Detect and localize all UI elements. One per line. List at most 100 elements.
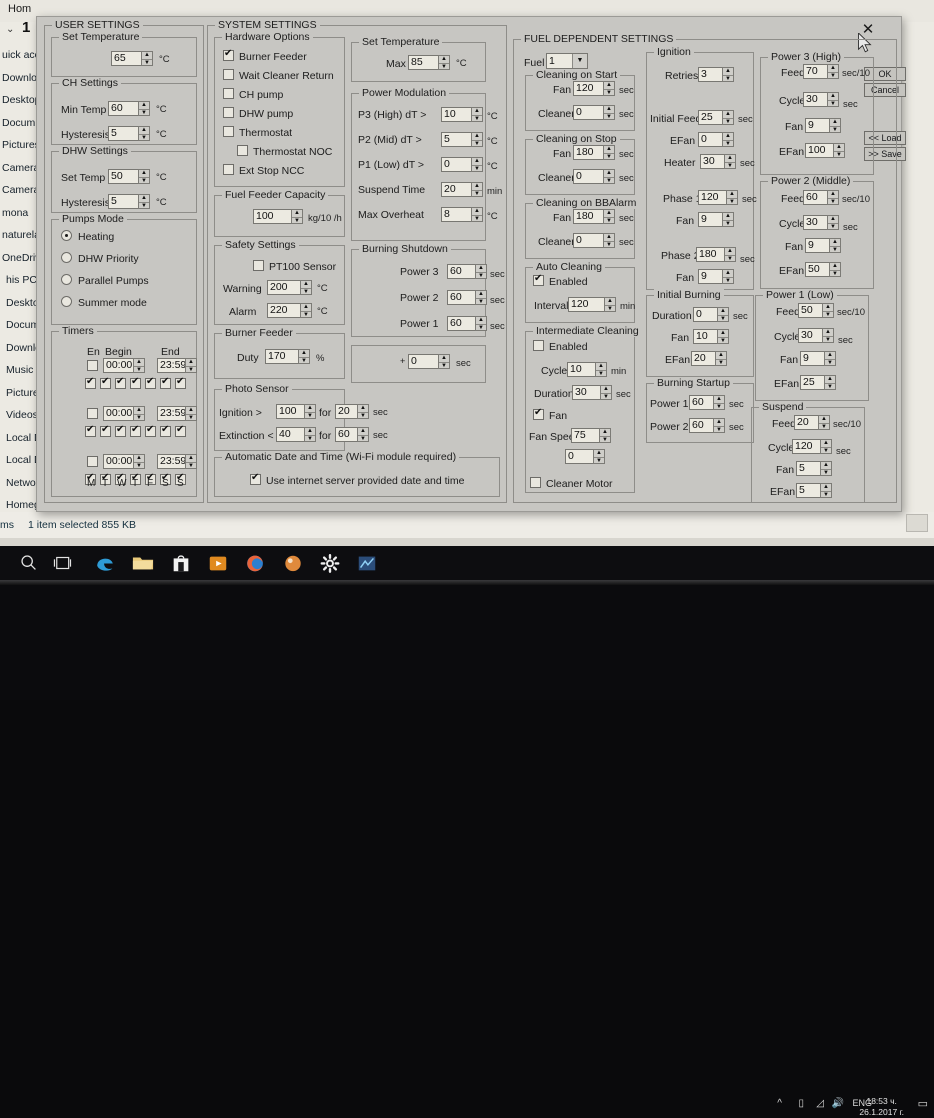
system-max-temp-spinner[interactable]: 85 ▲ ▼ [408, 55, 450, 70]
photo-ignition-stepper[interactable]: ▲ ▼ [304, 404, 316, 419]
safety-alarm-spinner[interactable]: 220 ▲ ▼ [267, 303, 312, 318]
ic-extra-spinner[interactable]: 0 ▲ ▼ [565, 449, 605, 464]
set-temperature-value[interactable]: 65 [111, 51, 141, 66]
pumps-mode-radio-3[interactable] [61, 296, 72, 307]
timer-2-begin-stepper[interactable]: ▲ ▼ [133, 454, 145, 469]
p3-cycle-value[interactable]: 30 [803, 92, 827, 107]
photo-ignition-time-stepper[interactable]: ▲ ▼ [357, 404, 369, 419]
p1-feed-spinner[interactable]: 50 ▲ ▼ [798, 303, 834, 318]
p2-cycle-value[interactable]: 30 [803, 215, 827, 230]
bsu-power2-spinner[interactable]: 60 ▲ ▼ [689, 418, 725, 433]
hardware-checkbox-4[interactable] [223, 126, 234, 137]
ignition-phase1-stepper[interactable]: ▲ ▼ [726, 190, 738, 205]
power-modulation-0-stepper[interactable]: ▲ ▼ [471, 107, 483, 122]
power-modulation-1-value[interactable]: 5 [441, 132, 471, 147]
sus-efan-stepper[interactable]: ▲ ▼ [820, 483, 832, 498]
p2-efan-value[interactable]: 50 [805, 262, 829, 277]
ignition-retries-value[interactable]: 3 [698, 67, 722, 82]
ic-fan-checkbox[interactable] [533, 407, 544, 420]
photo-extinction-spinner[interactable]: 40 ▲ ▼ [276, 427, 316, 442]
photo-extinction-time-value[interactable]: 60 [335, 427, 357, 442]
photo-extinction-time-spinner[interactable]: 60 ▲ ▼ [335, 427, 369, 442]
p1-efan-stepper[interactable]: ▲ ▼ [824, 375, 836, 390]
edge-icon[interactable] [92, 552, 118, 574]
timer-1-end-spinner[interactable]: 23:59 ▲ ▼ [157, 406, 197, 421]
costop-fan-value[interactable]: 180 [573, 145, 603, 160]
battery-icon[interactable]: ▯ [798, 1098, 804, 1109]
power-modulation-1-stepper[interactable]: ▲ ▼ [471, 132, 483, 147]
chevron-up-icon[interactable]: ^ [777, 1098, 782, 1109]
task-view-icon[interactable] [52, 552, 78, 574]
burning-shutdown-2-value[interactable]: 60 [447, 316, 475, 331]
timer-2-end-value[interactable]: 23:59 [157, 454, 185, 469]
timer-1-day-6-checkbox[interactable] [175, 424, 186, 437]
search-icon[interactable] [16, 552, 42, 574]
p1-cycle-stepper[interactable]: ▲ ▼ [822, 328, 834, 343]
ignition-phase2-value[interactable]: 180 [696, 247, 724, 262]
auto-cleaning-interval-stepper[interactable]: ▲ ▼ [604, 297, 616, 312]
safety-warning-spinner[interactable]: 200 ▲ ▼ [267, 280, 312, 295]
action-center-icon[interactable]: ▭ [918, 1097, 928, 1110]
timer-1-end-stepper[interactable]: ▲ ▼ [185, 406, 197, 421]
ch-hysteresis-stepper[interactable]: ▲ ▼ [138, 126, 150, 141]
ignition-retries-spinner[interactable]: 3 ▲ ▼ [698, 67, 734, 82]
hardware-checkbox-5[interactable] [237, 145, 248, 156]
timer-2-end-stepper[interactable]: ▲ ▼ [185, 454, 197, 469]
safety-alarm-value[interactable]: 220 [267, 303, 300, 318]
pumps-mode-radio-0[interactable] [61, 230, 72, 241]
burner-feeder-duty-spinner[interactable]: 170 ▲ ▼ [265, 349, 310, 364]
ib-fan-spinner[interactable]: 10 ▲ ▼ [693, 329, 729, 344]
p1-fan-stepper[interactable]: ▲ ▼ [824, 351, 836, 366]
ignition-phase1-fan-stepper[interactable]: ▲ ▼ [722, 212, 734, 227]
ignition-phase2-fan-stepper[interactable]: ▲ ▼ [722, 269, 734, 284]
ic-fan-speed-value[interactable]: 75 [571, 428, 599, 443]
ch-hysteresis-value[interactable]: 5 [108, 126, 138, 141]
p3-fan-spinner[interactable]: 9 ▲ ▼ [805, 118, 841, 133]
fuel-select[interactable]: 1 ▼ [546, 53, 588, 69]
timer-0-day-2-checkbox[interactable] [115, 376, 126, 389]
firefox-icon[interactable] [242, 552, 268, 574]
timer-2-enable-checkbox[interactable] [87, 456, 98, 467]
safety-alarm-stepper[interactable]: ▲ ▼ [300, 303, 312, 318]
pumps-mode-radio-2[interactable] [61, 274, 72, 285]
burner-feeder-duty-stepper[interactable]: ▲ ▼ [298, 349, 310, 364]
ignition-phase1-fan-value[interactable]: 9 [698, 212, 722, 227]
sus-cycle-value[interactable]: 120 [792, 439, 820, 454]
ic-extra-value[interactable]: 0 [565, 449, 593, 464]
timer-0-day-3-checkbox[interactable] [130, 376, 141, 389]
chart-app-icon[interactable] [354, 552, 380, 574]
power-modulation-4-stepper[interactable]: ▲ ▼ [471, 207, 483, 222]
photo-extinction-time-stepper[interactable]: ▲ ▼ [357, 427, 369, 442]
safety-warning-value[interactable]: 200 [267, 280, 300, 295]
intermediate-cleaning-enabled-checkbox[interactable] [533, 340, 544, 351]
sus-fan-spinner[interactable]: 5 ▲ ▼ [796, 461, 832, 476]
system-max-temp-value[interactable]: 85 [408, 55, 438, 70]
burning-shutdown-2-spinner[interactable]: 60 ▲ ▼ [447, 316, 487, 331]
ignition-efan-stepper[interactable]: ▲ ▼ [722, 132, 734, 147]
ib-duration-value[interactable]: 0 [693, 307, 717, 322]
power-modulation-4-value[interactable]: 8 [441, 207, 471, 222]
ignition-phase1-spinner[interactable]: 120 ▲ ▼ [698, 190, 738, 205]
bba-fan-stepper[interactable]: ▲ ▼ [603, 209, 615, 224]
timer-0-begin-value[interactable]: 00:00 [103, 358, 133, 373]
ch-min-temp-spinner[interactable]: 60 ▲ ▼ [108, 101, 150, 116]
ic-extra-stepper[interactable]: ▲ ▼ [593, 449, 605, 464]
dhw-hysteresis-spinner[interactable]: 5 ▲ ▼ [108, 194, 150, 209]
bsu-power2-stepper[interactable]: ▲ ▼ [713, 418, 725, 433]
timer-0-end-stepper[interactable]: ▲ ▼ [185, 358, 197, 373]
fuel-feeder-capacity-stepper[interactable]: ▲ ▼ [291, 209, 303, 224]
burning-shutdown-0-spinner[interactable]: 60 ▲ ▼ [447, 264, 487, 279]
p3-efan-value[interactable]: 100 [805, 143, 833, 158]
burning-shutdown-0-value[interactable]: 60 [447, 264, 475, 279]
cos-fan-spinner[interactable]: 120 ▲ ▼ [573, 81, 615, 96]
timer-1-day-0-checkbox[interactable] [85, 424, 96, 437]
timer-0-end-value[interactable]: 23:59 [157, 358, 185, 373]
photo-ignition-spinner[interactable]: 100 ▲ ▼ [276, 404, 316, 419]
ignition-phase2-fan-spinner[interactable]: 9 ▲ ▼ [698, 269, 734, 284]
auto-cleaning-enabled-checkbox[interactable] [533, 273, 544, 286]
ic-fan-speed-stepper[interactable]: ▲ ▼ [599, 428, 611, 443]
sus-cycle-spinner[interactable]: 120 ▲ ▼ [792, 439, 832, 454]
power-modulation-2-stepper[interactable]: ▲ ▼ [471, 157, 483, 172]
fuel-feeder-capacity-value[interactable]: 100 [253, 209, 291, 224]
ch-min-temp-stepper[interactable]: ▲ ▼ [138, 101, 150, 116]
